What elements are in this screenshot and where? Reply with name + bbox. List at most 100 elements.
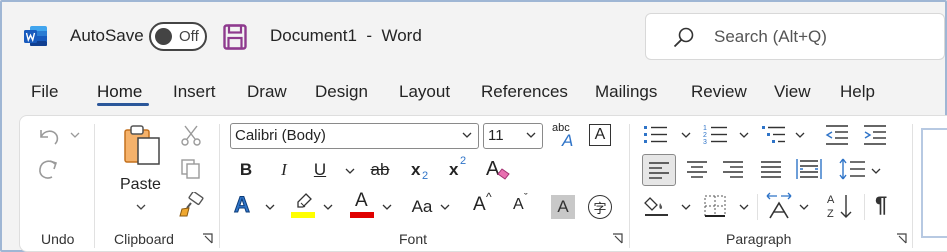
shrink-font-button[interactable]: A ˇ — [511, 192, 537, 218]
tab-layout[interactable]: Layout — [399, 82, 450, 102]
cut-icon[interactable] — [180, 124, 202, 146]
font-color-text: A — [355, 190, 368, 211]
align-left-button[interactable] — [642, 154, 676, 186]
chevron-down-icon[interactable] — [382, 204, 392, 211]
highlight-color-button[interactable] — [291, 192, 317, 220]
chevron-down-icon[interactable] — [681, 204, 691, 211]
svg-text:2: 2 — [703, 132, 707, 139]
clear-formatting-button[interactable]: A — [484, 156, 512, 184]
phonetic-guide-button[interactable]: abc A — [550, 120, 578, 150]
tab-review[interactable]: Review — [691, 82, 747, 102]
tab-insert[interactable]: Insert — [173, 82, 216, 102]
sort-icon[interactable]: A Z — [826, 192, 854, 220]
chevron-down-icon — [462, 132, 472, 138]
text-effects-button[interactable]: A — [232, 192, 258, 220]
caret-down-icon: ˇ — [524, 192, 528, 204]
chevron-down-icon[interactable] — [799, 204, 809, 211]
chevron-down-icon[interactable] — [681, 132, 691, 139]
chevron-down-icon[interactable] — [739, 204, 749, 211]
bullets-icon[interactable] — [643, 124, 669, 146]
align-right-icon[interactable] — [722, 160, 744, 178]
highlighter-icon — [297, 193, 312, 208]
line-spacing-icon[interactable] — [838, 158, 866, 180]
group-label-clipboard: Clipboard — [114, 231, 174, 247]
tab-draw[interactable]: Draw — [247, 82, 287, 102]
tab-mailings[interactable]: Mailings — [595, 82, 657, 102]
chevron-down-icon[interactable] — [265, 204, 275, 211]
decrease-indent-icon[interactable] — [824, 124, 850, 146]
eraser-icon — [497, 168, 510, 180]
redo-icon[interactable] — [36, 158, 60, 182]
font-color-button[interactable]: A — [350, 190, 376, 220]
chevron-down-icon[interactable] — [871, 168, 881, 175]
svg-text:1: 1 — [703, 125, 707, 132]
group-label-font: Font — [399, 231, 428, 247]
font-size-value: 11 — [488, 127, 504, 144]
undo-icon[interactable] — [36, 126, 60, 146]
pilcrow-icon[interactable]: ¶ — [875, 192, 887, 218]
text-direction-icon[interactable] — [765, 192, 793, 220]
autosave-toggle[interactable]: Off — [149, 22, 207, 51]
save-icon[interactable] — [223, 24, 247, 50]
enclose-characters-button[interactable]: 字 — [588, 195, 612, 219]
chevron-down-icon[interactable] — [70, 132, 80, 139]
increase-indent-icon[interactable] — [862, 124, 888, 146]
justify-icon[interactable] — [760, 160, 782, 178]
bold-button[interactable]: B — [234, 158, 258, 182]
subscript-button[interactable]: x 2 — [409, 160, 433, 184]
shrink-font-text: A — [513, 196, 524, 213]
copy-icon[interactable] — [180, 158, 202, 180]
svg-text:Z: Z — [827, 208, 834, 220]
dialog-launcher-icon[interactable] — [202, 233, 213, 244]
row-separator — [757, 194, 758, 220]
underline-button[interactable]: U — [308, 158, 332, 182]
chevron-down-icon[interactable] — [739, 132, 749, 139]
caret-up-icon: ^ — [486, 190, 492, 204]
change-case-button[interactable]: Aa — [408, 196, 436, 218]
distributed-icon[interactable] — [796, 158, 822, 180]
font-color-swatch — [350, 212, 374, 218]
document-title: Document1 - Word — [270, 26, 422, 45]
grow-font-button[interactable]: A ^ — [471, 190, 497, 218]
tab-help[interactable]: Help — [840, 82, 875, 102]
chevron-down-icon[interactable] — [136, 204, 146, 211]
group-label-paragraph: Paragraph — [726, 231, 792, 247]
borders-icon[interactable] — [704, 195, 726, 217]
paste-label[interactable]: Paste — [120, 176, 161, 194]
chevron-down-icon[interactable] — [345, 168, 355, 175]
paste-icon[interactable] — [122, 124, 162, 166]
format-painter-icon[interactable] — [178, 192, 204, 218]
numbering-icon[interactable]: 1 2 3 — [703, 124, 729, 146]
dialog-launcher-icon[interactable] — [612, 233, 623, 244]
chevron-down-icon[interactable] — [795, 132, 805, 139]
subscript-mark: 2 — [422, 170, 429, 182]
character-border-button[interactable]: A — [589, 124, 611, 146]
word-window: AutoSave Off Document1 - Word Search (Al… — [0, 0, 947, 252]
shading-icon[interactable] — [644, 194, 670, 218]
tab-references[interactable]: References — [481, 82, 568, 102]
font-size-select[interactable]: 11 — [483, 123, 543, 149]
tab-file[interactable]: File — [31, 82, 58, 102]
group-separator — [219, 124, 220, 248]
svg-text:3: 3 — [703, 139, 707, 146]
superscript-button[interactable]: x 2 — [447, 155, 471, 180]
center-icon[interactable] — [686, 160, 708, 178]
group-separator — [94, 124, 95, 248]
styles-gallery-edge[interactable] — [921, 128, 947, 238]
font-name-select[interactable]: Calibri (Body) — [230, 123, 479, 149]
strikethrough-button[interactable]: ab — [366, 158, 394, 182]
dialog-launcher-icon[interactable] — [896, 233, 907, 244]
search-box[interactable]: Search (Alt+Q) — [645, 13, 945, 60]
ribbon-tabs: File Home Insert Draw Design Layout Refe… — [2, 68, 947, 114]
chevron-down-icon[interactable] — [323, 204, 333, 211]
multilevel-list-icon[interactable] — [761, 124, 787, 146]
italic-button[interactable]: I — [272, 158, 296, 182]
tab-design[interactable]: Design — [315, 82, 368, 102]
chevron-down-icon[interactable] — [440, 204, 450, 211]
autosave-state: Off — [179, 28, 199, 45]
character-shading-button[interactable]: A — [551, 195, 575, 219]
search-placeholder: Search (Alt+Q) — [714, 27, 827, 46]
tab-home[interactable]: Home — [97, 82, 142, 102]
tab-view[interactable]: View — [774, 82, 811, 102]
group-label-undo: Undo — [41, 231, 75, 247]
